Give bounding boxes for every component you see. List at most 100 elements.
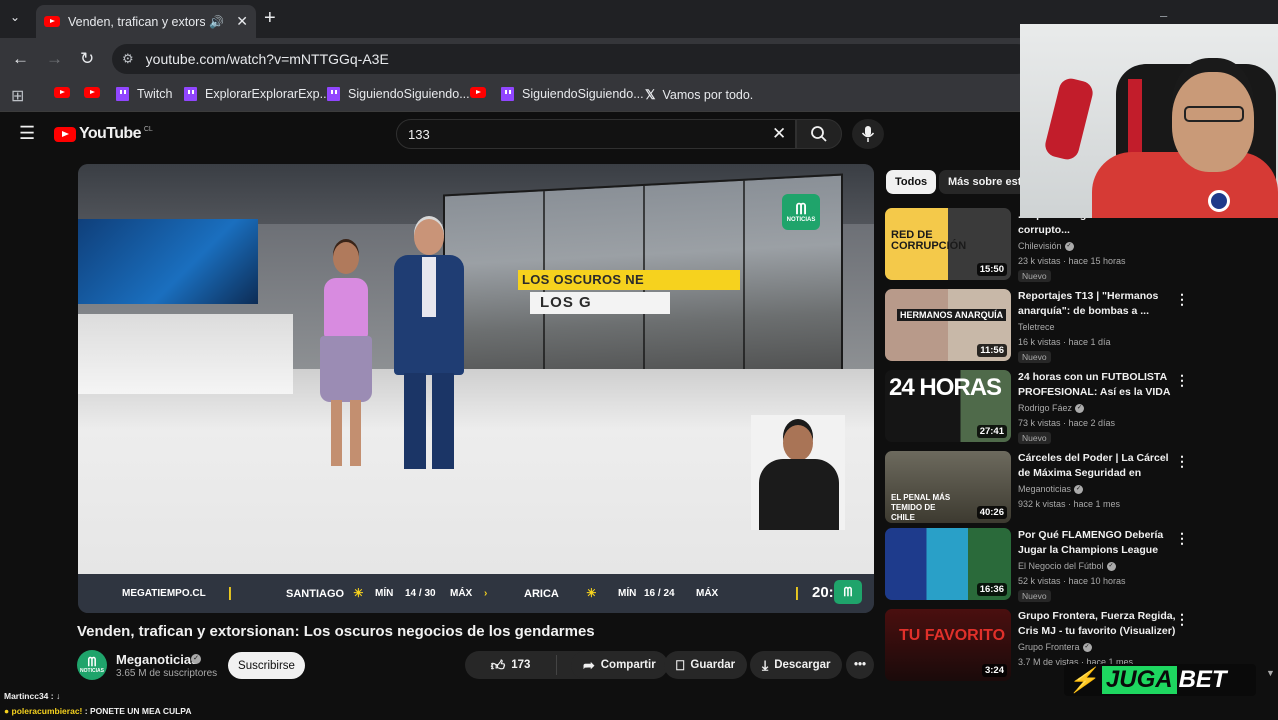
bookmark-youtube-1[interactable] [54,87,70,98]
country-code: CL [143,126,153,133]
video-meta: 932 k vistas · hace 1 mes [1018,499,1121,509]
bookmark-siguiendo-2[interactable]: SiguiendoSiguiendo... [501,87,644,101]
related-video[interactable]: RED DE CORRUPCIÓN 15:50 ... operaban gen… [885,208,1271,284]
city2-temps: 16 / 24 [644,588,675,599]
chat-message: Martincc34 : ↓ [4,691,61,701]
video-thumbnail[interactable]: 16:36 [885,528,1011,600]
video-duration: 11:56 [977,344,1007,357]
logo-text: YouTube [79,125,141,142]
video-title[interactable]: 24 horas con un FUTBOLISTA PROFESIONAL: … [1018,370,1178,400]
search-input[interactable]: 133 [396,119,796,149]
twitch-icon [501,87,514,101]
save-button[interactable]: ⎕ Guardar [664,651,748,679]
thumbnail-text: TU FAVORITO [899,627,1006,644]
tab-close-icon[interactable]: ✕ [236,13,248,30]
bookmark-siguiendo-1[interactable]: SiguiendoSiguiendo... [327,87,470,101]
sponsor-part2: BET [1178,666,1227,693]
channel-name[interactable]: Meganoticias [116,652,198,667]
twitch-icon [184,87,197,101]
video-title[interactable]: Por Qué FLAMENGO Debería Jugar la Champi… [1018,528,1178,558]
city1-temps: 14 / 30 [405,588,436,599]
presenter-man [386,219,472,479]
channel-label: El Negocio del Fútbol [1018,561,1104,571]
presenter-woman [314,242,378,472]
download-button[interactable]: ⤓ Descargar [750,651,843,679]
video-thumbnail[interactable]: TU FAVORITO 3:24 [885,609,1011,681]
menu-icon[interactable]: ☰ [19,123,35,144]
related-video[interactable]: EL PENAL MÁS TEMIDO DE CHILE 40:26 Cárce… [885,451,1271,527]
meganoticias-corner-icon: ᗰ [834,580,862,604]
video-duration: 16:36 [976,583,1007,596]
verified-icon: ✓ [1075,404,1085,414]
reload-icon[interactable]: ↻ [80,49,94,69]
video-title[interactable]: Cárceles del Poder | La Cárcel de Máxima… [1018,451,1178,481]
related-video[interactable]: 16:36 Por Qué FLAMENGO Debería Jugar la … [885,528,1271,604]
more-vert-icon[interactable]: ⋮ [1175,611,1189,628]
video-title[interactable]: Grupo Frontera, Fuerza Regida, Cris MJ -… [1018,609,1178,639]
more-actions-button[interactable]: ••• [846,651,874,679]
twitch-icon [327,87,340,101]
city1-name: SANTIAGO [286,588,345,600]
channel-name: Chilevisión ✓ [1018,241,1074,252]
new-tab-button[interactable]: + [264,7,276,30]
related-video[interactable]: HERMANOS ANARQUÍA 11:56 Reportajes T13 |… [885,289,1271,365]
browser-tab[interactable]: Venden, trafican y extorsion 🔊 ✕ [36,5,256,38]
video-thumbnail[interactable]: 24 HORAS 27:41 [885,370,1011,442]
more-vert-icon[interactable]: ⋮ [1175,530,1189,547]
bookmark-x[interactable]: 𝕏 Vamos por todo. [645,87,753,103]
channel-avatar[interactable]: ᗰ NOTICIAS [77,650,107,680]
channel-label: Meganoticias [1018,484,1072,494]
apps-grid-icon[interactable]: ⊞ [11,86,24,106]
back-arrow-icon[interactable]: ← [12,49,29,69]
video-thumbnail[interactable]: HERMANOS ANARQUÍA 11:56 [885,289,1011,361]
chip-more-about[interactable]: Más sobre esta [939,170,1029,194]
channel-name: Grupo Frontera ✓ [1018,642,1092,653]
speaker-icon[interactable]: 🔊 [209,15,224,29]
bookmark-youtube-2[interactable] [84,87,100,98]
scroll-down-arrow-icon[interactable]: ▼ [1266,668,1275,678]
bookmark-icon: ⎕ [676,656,685,673]
like-button[interactable]: 👍︎ 173 [465,655,557,675]
video-title[interactable]: Reportajes T13 | "Hermanos anarquía": de… [1018,289,1178,319]
subscribe-button[interactable]: Suscribirse [228,652,305,679]
ticker-clock: 20: [812,584,834,601]
streamer-head [1172,72,1254,172]
search-icon [811,126,827,142]
search-button[interactable] [796,119,842,149]
forward-arrow-icon[interactable]: → [46,49,63,69]
video-thumbnail[interactable]: EL PENAL MÁS TEMIDO DE CHILE 40:26 [885,451,1011,523]
video-title: Venden, trafican y extorsionan: Los oscu… [77,623,595,640]
more-vert-icon[interactable]: ⋮ [1175,372,1189,389]
bookmark-label: Vamos por todo. [662,88,754,102]
address-bar[interactable]: ⚙ youtube.com/watch?v=mNTTGGq-A3E [112,44,1032,74]
related-video[interactable]: 24 HORAS 27:41 24 horas con un FUTBOLIST… [885,370,1271,446]
youtube-header: ☰ YouTube CL 133 ✕ [0,113,1020,155]
lightning-bolt-icon: ⚡ [1068,666,1098,694]
verified-icon: ✓ [1082,643,1092,653]
bookmark-explorar[interactable]: ExplorarExplorarExp... [184,87,330,101]
clear-search-icon[interactable]: ✕ [772,124,786,144]
bookmark-twitch[interactable]: Twitch [116,87,172,101]
chip-all[interactable]: Todos [886,170,937,194]
youtube-icon [470,87,486,98]
video-meta: 23 k vistas · hace 15 horas [1018,256,1126,266]
city1-min-label: MÍN [375,588,394,599]
more-horizontal-icon: ••• [853,659,867,671]
chat-user: Martincc34 [4,691,49,701]
more-vert-icon[interactable]: ⋮ [1175,453,1189,470]
meganoticias-logo: ᗰ NOTICIAS [782,194,820,230]
channel-name: El Negocio del Fútbol ✓ [1018,561,1116,572]
video-duration: 40:26 [976,506,1007,519]
bookmark-label: Twitch [137,87,173,101]
share-button[interactable]: ➦ Compartir [571,651,668,679]
youtube-logo[interactable]: YouTube CL [54,125,153,143]
share-arrow-icon: ➦ [583,656,595,673]
more-vert-icon[interactable]: ⋮ [1175,291,1189,308]
video-thumbnail[interactable]: RED DE CORRUPCIÓN 15:50 [885,208,1011,280]
bookmark-youtube-3[interactable] [470,87,486,98]
video-player[interactable]: LOS OSCUROS NE LOS G ᗰ NOTICIAS MEGATIEMP… [78,164,874,613]
site-settings-icon[interactable]: ⚙ [122,51,134,67]
voice-search-button[interactable] [852,119,884,149]
tab-search-chevron-icon[interactable]: ⌄ [10,10,20,24]
sun-icon: ☀ [586,586,597,600]
